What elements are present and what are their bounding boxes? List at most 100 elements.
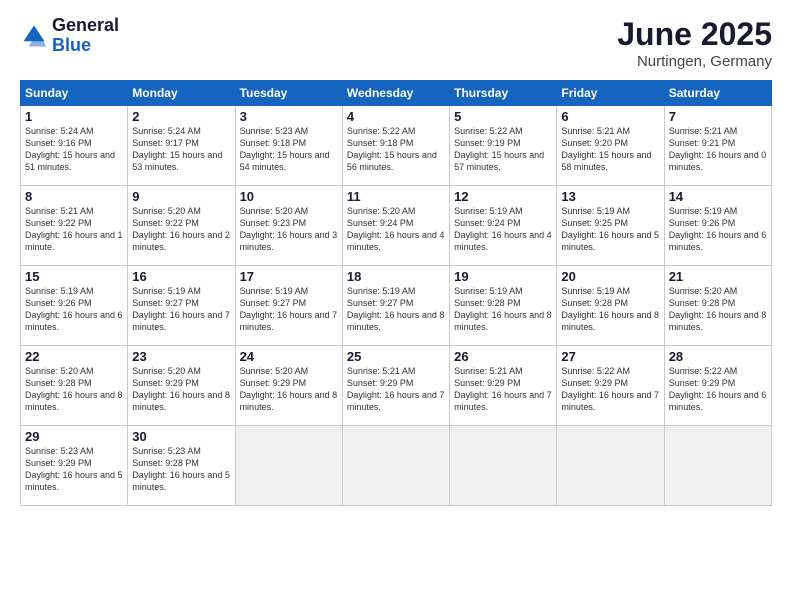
cell-info: Sunrise: 5:23 AMSunset: 9:29 PMDaylight:… bbox=[25, 446, 123, 492]
table-row: 26 Sunrise: 5:21 AMSunset: 9:29 PMDayligh… bbox=[450, 346, 557, 426]
day-number: 2 bbox=[132, 109, 230, 124]
day-number: 1 bbox=[25, 109, 123, 124]
day-number: 5 bbox=[454, 109, 552, 124]
day-number: 27 bbox=[561, 349, 659, 364]
day-number: 17 bbox=[240, 269, 338, 284]
cell-info: Sunrise: 5:20 AMSunset: 9:29 PMDaylight:… bbox=[240, 366, 338, 412]
cell-info: Sunrise: 5:21 AMSunset: 9:20 PMDaylight:… bbox=[561, 126, 651, 172]
logo-icon bbox=[20, 22, 48, 50]
cell-info: Sunrise: 5:19 AMSunset: 9:25 PMDaylight:… bbox=[561, 206, 659, 252]
cell-info: Sunrise: 5:19 AMSunset: 9:28 PMDaylight:… bbox=[561, 286, 659, 332]
calendar-week-row: 29 Sunrise: 5:23 AMSunset: 9:29 PMDayligh… bbox=[21, 426, 772, 506]
cell-info: Sunrise: 5:20 AMSunset: 9:29 PMDaylight:… bbox=[132, 366, 230, 412]
table-row: 20 Sunrise: 5:19 AMSunset: 9:28 PMDayligh… bbox=[557, 266, 664, 346]
table-row: 23Sunrise: 5:20 AMSunset: 9:29 PMDayligh… bbox=[128, 346, 235, 426]
header: General Blue June 2025 Nurtingen, German… bbox=[20, 16, 772, 70]
table-row: 22 Sunrise: 5:20 AMSunset: 9:28 PMDayligh… bbox=[21, 346, 128, 426]
header-friday: Friday bbox=[557, 81, 664, 106]
table-row: 1Sunrise: 5:24 AMSunset: 9:16 PMDaylight… bbox=[21, 106, 128, 186]
day-number: 30 bbox=[132, 429, 230, 444]
table-row: 27Sunrise: 5:22 AMSunset: 9:29 PMDayligh… bbox=[557, 346, 664, 426]
table-row: 5 Sunrise: 5:22 AMSunset: 9:19 PMDaylight… bbox=[450, 106, 557, 186]
day-number: 16 bbox=[132, 269, 230, 284]
cell-info: Sunrise: 5:21 AMSunset: 9:29 PMDaylight:… bbox=[347, 366, 445, 412]
cell-info: Sunrise: 5:23 AMSunset: 9:28 PMDaylight:… bbox=[132, 446, 230, 492]
cell-info: Sunrise: 5:21 AMSunset: 9:29 PMDaylight:… bbox=[454, 366, 552, 412]
logo-general: General bbox=[52, 15, 119, 35]
logo-blue: Blue bbox=[52, 35, 91, 55]
cell-info: Sunrise: 5:20 AMSunset: 9:28 PMDaylight:… bbox=[25, 366, 123, 412]
table-row bbox=[450, 426, 557, 506]
table-row: 2 Sunrise: 5:24 AMSunset: 9:17 PMDaylight… bbox=[128, 106, 235, 186]
day-number: 18 bbox=[347, 269, 445, 284]
cell-info: Sunrise: 5:21 AMSunset: 9:22 PMDaylight:… bbox=[25, 206, 123, 252]
day-number: 11 bbox=[347, 189, 445, 204]
cell-info: Sunrise: 5:19 AMSunset: 9:27 PMDaylight:… bbox=[132, 286, 230, 332]
table-row: 6 Sunrise: 5:21 AMSunset: 9:20 PMDaylight… bbox=[557, 106, 664, 186]
table-row bbox=[342, 426, 449, 506]
cell-info: Sunrise: 5:19 AMSunset: 9:26 PMDaylight:… bbox=[669, 206, 767, 252]
logo-text: General Blue bbox=[52, 16, 119, 56]
calendar-week-row: 15 Sunrise: 5:19 AMSunset: 9:26 PMDayligh… bbox=[21, 266, 772, 346]
table-row: 7 Sunrise: 5:21 AMSunset: 9:21 PMDaylight… bbox=[664, 106, 771, 186]
day-number: 7 bbox=[669, 109, 767, 124]
table-row: 30 Sunrise: 5:23 AMSunset: 9:28 PMDayligh… bbox=[128, 426, 235, 506]
title-area: June 2025 Nurtingen, Germany bbox=[617, 16, 772, 70]
table-row: 29 Sunrise: 5:23 AMSunset: 9:29 PMDayligh… bbox=[21, 426, 128, 506]
table-row: 12 Sunrise: 5:19 AMSunset: 9:24 PMDayligh… bbox=[450, 186, 557, 266]
cell-info: Sunrise: 5:22 AMSunset: 9:18 PMDaylight:… bbox=[347, 126, 437, 172]
cell-info: Sunrise: 5:20 AMSunset: 9:28 PMDaylight:… bbox=[669, 286, 767, 332]
month-title: June 2025 bbox=[617, 16, 772, 53]
calendar-week-row: 22 Sunrise: 5:20 AMSunset: 9:28 PMDayligh… bbox=[21, 346, 772, 426]
cell-info: Sunrise: 5:19 AMSunset: 9:27 PMDaylight:… bbox=[240, 286, 338, 332]
day-number: 8 bbox=[25, 189, 123, 204]
table-row: 28Sunrise: 5:22 AMSunset: 9:29 PMDayligh… bbox=[664, 346, 771, 426]
day-number: 9 bbox=[132, 189, 230, 204]
table-row: 13 Sunrise: 5:19 AMSunset: 9:25 PMDayligh… bbox=[557, 186, 664, 266]
table-row: 21Sunrise: 5:20 AMSunset: 9:28 PMDayligh… bbox=[664, 266, 771, 346]
day-number: 15 bbox=[25, 269, 123, 284]
cell-info: Sunrise: 5:20 AMSunset: 9:24 PMDaylight:… bbox=[347, 206, 445, 252]
day-number: 10 bbox=[240, 189, 338, 204]
table-row: 4 Sunrise: 5:22 AMSunset: 9:18 PMDaylight… bbox=[342, 106, 449, 186]
header-tuesday: Tuesday bbox=[235, 81, 342, 106]
header-monday: Monday bbox=[128, 81, 235, 106]
day-number: 25 bbox=[347, 349, 445, 364]
day-number: 24 bbox=[240, 349, 338, 364]
cell-info: Sunrise: 5:22 AMSunset: 9:19 PMDaylight:… bbox=[454, 126, 544, 172]
day-number: 4 bbox=[347, 109, 445, 124]
table-row: 25 Sunrise: 5:21 AMSunset: 9:29 PMDayligh… bbox=[342, 346, 449, 426]
table-row bbox=[664, 426, 771, 506]
table-row: 15 Sunrise: 5:19 AMSunset: 9:26 PMDayligh… bbox=[21, 266, 128, 346]
cell-info: Sunrise: 5:20 AMSunset: 9:23 PMDaylight:… bbox=[240, 206, 338, 252]
day-number: 12 bbox=[454, 189, 552, 204]
calendar-week-row: 1Sunrise: 5:24 AMSunset: 9:16 PMDaylight… bbox=[21, 106, 772, 186]
cell-info: Sunrise: 5:19 AMSunset: 9:26 PMDaylight:… bbox=[25, 286, 123, 332]
header-saturday: Saturday bbox=[664, 81, 771, 106]
calendar-week-row: 8 Sunrise: 5:21 AMSunset: 9:22 PMDaylight… bbox=[21, 186, 772, 266]
table-row: 10 Sunrise: 5:20 AMSunset: 9:23 PMDayligh… bbox=[235, 186, 342, 266]
table-row: 11 Sunrise: 5:20 AMSunset: 9:24 PMDayligh… bbox=[342, 186, 449, 266]
cell-info: Sunrise: 5:21 AMSunset: 9:21 PMDaylight:… bbox=[669, 126, 767, 172]
day-number: 13 bbox=[561, 189, 659, 204]
header-wednesday: Wednesday bbox=[342, 81, 449, 106]
table-row bbox=[235, 426, 342, 506]
table-row: 14Sunrise: 5:19 AMSunset: 9:26 PMDayligh… bbox=[664, 186, 771, 266]
cell-info: Sunrise: 5:19 AMSunset: 9:27 PMDaylight:… bbox=[347, 286, 445, 332]
cell-info: Sunrise: 5:19 AMSunset: 9:28 PMDaylight:… bbox=[454, 286, 552, 332]
day-number: 6 bbox=[561, 109, 659, 124]
cell-info: Sunrise: 5:24 AMSunset: 9:17 PMDaylight:… bbox=[132, 126, 222, 172]
table-row: 18 Sunrise: 5:19 AMSunset: 9:27 PMDayligh… bbox=[342, 266, 449, 346]
day-number: 22 bbox=[25, 349, 123, 364]
cell-info: Sunrise: 5:23 AMSunset: 9:18 PMDaylight:… bbox=[240, 126, 330, 172]
table-row: 19Sunrise: 5:19 AMSunset: 9:28 PMDayligh… bbox=[450, 266, 557, 346]
day-number: 29 bbox=[25, 429, 123, 444]
day-number: 26 bbox=[454, 349, 552, 364]
day-number: 20 bbox=[561, 269, 659, 284]
cell-info: Sunrise: 5:20 AMSunset: 9:22 PMDaylight:… bbox=[132, 206, 230, 252]
calendar-header-row: Sunday Monday Tuesday Wednesday Thursday… bbox=[21, 81, 772, 106]
cell-info: Sunrise: 5:19 AMSunset: 9:24 PMDaylight:… bbox=[454, 206, 552, 252]
day-number: 3 bbox=[240, 109, 338, 124]
table-row: 3 Sunrise: 5:23 AMSunset: 9:18 PMDaylight… bbox=[235, 106, 342, 186]
header-sunday: Sunday bbox=[21, 81, 128, 106]
